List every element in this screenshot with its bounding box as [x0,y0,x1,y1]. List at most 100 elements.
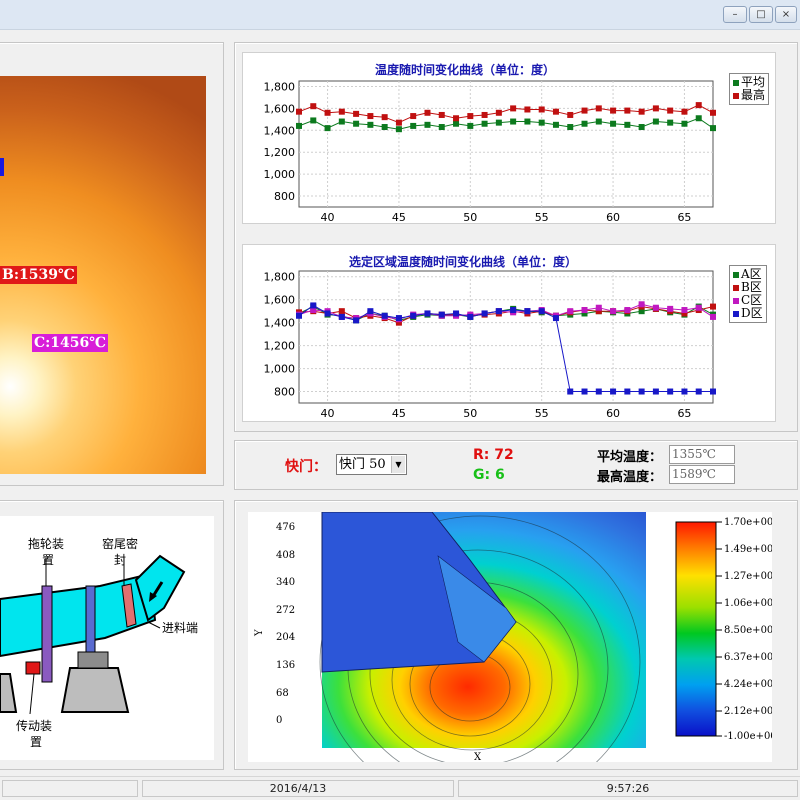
data-point [481,310,488,317]
data-point [310,117,317,124]
legend-swatch-a [733,271,739,278]
data-point [524,308,531,315]
data-point [481,111,488,118]
data-point [638,301,645,308]
data-point [652,118,659,125]
data-point [538,119,545,126]
drag-wheel-band [41,585,53,683]
y-tick-label: 1,600 [264,102,296,115]
legend-item-max: 最高 [733,89,765,102]
data-point [552,121,559,128]
zone-temperature-chart: 选定区域温度随时间变化曲线（单位：度） 1,800 1,600 1,400 1,200… [242,244,776,422]
x-tick-label: 65 [677,211,691,224]
x-tick-label: 60 [606,211,620,224]
statusbar: 2016/4/13 9:57:26 [0,776,800,800]
support-pier-right [60,667,130,713]
data-point [567,111,574,118]
data-point [310,103,317,110]
colorbar [675,521,717,737]
data-point [310,302,317,309]
data-point [695,304,702,311]
colorbar-label-8: -1.00e+000 [724,731,772,742]
data-point [538,106,545,113]
drive-leader-line [29,673,35,715]
x-tick-label: 50 [463,407,477,420]
kiln-camera-view[interactable]: B:1539℃ C:1456℃ [0,76,206,474]
data-point [424,109,431,116]
colorbar-label-7: 2.12e+002 [724,706,772,717]
data-point [581,120,588,127]
support-ring-band [85,585,96,653]
status-date: 2016/4/13 [142,780,454,797]
data-point [624,388,631,395]
data-point [710,109,716,116]
chart2-plot: 1,800 1,600 1,400 1,200 1,000 800 40 45 50 55 60 65 [264,270,716,420]
colorbar-label-2: 1.27e+003 [724,571,772,582]
shutter-label: 快门： [285,459,327,475]
chevron-down-icon[interactable]: ▼ [391,456,405,473]
data-point [695,115,702,122]
contour-y-axis-label: Y [254,629,265,637]
shutter-select[interactable]: 快门 50 ▼ [336,454,407,475]
data-point [567,388,574,395]
data-point [367,121,374,128]
data-point [395,126,402,133]
data-point [552,108,559,115]
contour-svg: Y 476 408 340 272 204 136 68 0 X 1.70e+0… [254,511,783,800]
data-point [353,317,360,324]
data-point [453,310,460,317]
data-point [395,119,402,126]
y-tick-label: 1,200 [264,146,296,159]
legend-swatch-avg [733,79,739,86]
temperature-contour: Y 476 408 340 272 204 136 68 0 X 1.70e+0… [248,511,783,800]
kiln-seal-label-2: 封 [114,553,126,567]
data-point [652,388,659,395]
data-point [681,307,688,314]
data-point [595,304,602,311]
close-button[interactable]: × [775,6,797,23]
drag-wheel-label-1: 拖轮装 [28,537,64,551]
minimize-button[interactable]: – [723,6,747,23]
x-tick-label: 50 [463,211,477,224]
data-point [438,311,445,318]
y-tick-408: 408 [276,550,295,561]
data-point [453,115,460,122]
legend-label-max: 最高 [741,88,766,102]
data-point [467,313,474,320]
kiln-seal-label-1: 窑尾密 [102,536,138,551]
y-tick-136: 136 [276,660,295,671]
data-point [338,308,345,315]
data-point [667,107,674,114]
y-tick-272: 272 [276,605,295,616]
status-time: 9:57:26 [458,780,798,797]
data-point [495,308,502,315]
plot-frame [298,270,714,404]
x-tick-label: 45 [392,211,406,224]
support-roller-right [77,651,109,669]
maximize-button[interactable]: □ [749,6,773,23]
drag-wheel-label-2: 置 [42,553,54,567]
colorbar-ticks [716,521,722,737]
data-point [353,110,360,117]
data-point [638,108,645,115]
drive-label-2: 置 [30,735,42,749]
data-point [467,113,474,120]
legend-swatch-b [733,284,739,291]
contour-x-axis-label: X [474,752,482,762]
x-tick-label: 65 [677,407,691,420]
data-point [510,307,517,314]
data-point [424,310,431,317]
colorbar-label-0: 1.70e+003 [724,517,772,528]
colorbar-label-5: 6.37e+002 [724,652,772,663]
y-tick-label: 1,800 [264,80,296,93]
data-point [710,303,716,310]
data-point [510,118,517,125]
data-point [567,308,574,315]
temperature-chart: 温度随时间变化曲线（单位：度） 1,800 1,600 1,400 1,200 1,00… [242,52,776,224]
y-tick-0: 0 [276,715,282,726]
data-point [296,108,302,115]
max-temp-field: 1589℃ [669,465,735,484]
data-point [567,124,574,131]
data-point [410,312,417,319]
data-point [438,111,445,118]
